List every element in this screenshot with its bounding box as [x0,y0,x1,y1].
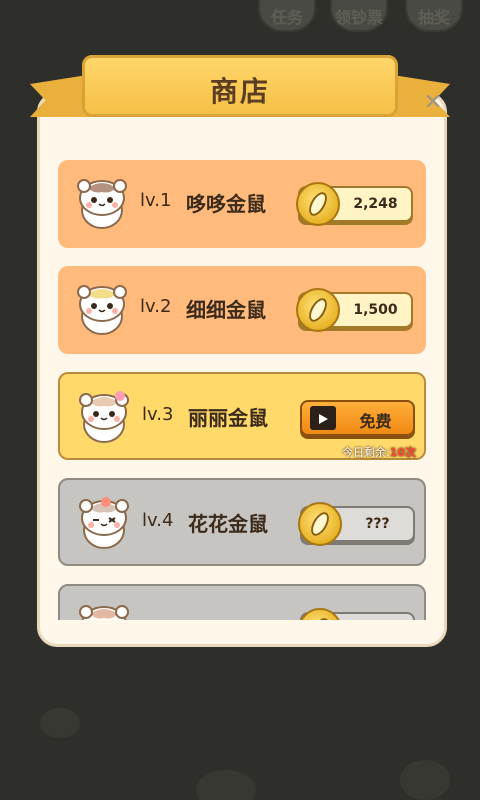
task-button[interactable]: 任务 [258,0,316,32]
free-label: 免费 [359,412,392,431]
collect-money-button[interactable]: 领钞票 [330,0,388,32]
item-name: 丽丽金鼠 [188,406,268,430]
sunflower-seed-coin-icon [296,288,340,332]
remaining-label: 今日剩余: [341,446,390,459]
sunflower-seed-coin-icon [298,608,342,620]
background-decoration [40,708,80,738]
shop-item-lv3: lv.3 丽丽金鼠 免费 今日剩余:10次 [58,372,426,460]
sunflower-seed-coin-icon [298,502,342,546]
price-value: 1,500 [353,302,398,318]
background-decoration [400,760,450,800]
item-name: 哆哆金鼠 [186,192,266,216]
item-name: 细细金鼠 [186,298,266,322]
item-level: lv.3 [142,404,174,425]
lottery-label: 抽奖 [417,8,450,27]
background-decoration [196,770,256,800]
shop-item-lv1: lv.1 哆哆金鼠 2,248 [58,160,426,248]
collect-money-label: 领钞票 [334,8,383,27]
shop-item-lv5 [58,584,426,620]
lottery-button[interactable]: 抽奖 [405,0,463,32]
task-label: 任务 [270,8,303,27]
free-video-button[interactable]: 免费 [300,400,415,436]
video-clapper-icon [310,406,336,430]
locked-price-button[interactable] [298,608,415,620]
remaining-count: 10次 [389,446,416,459]
sunflower-seed-coin-icon [296,182,340,226]
price-value: ??? [365,516,390,532]
item-level: lv.4 [142,510,174,531]
hamster-avatar-icon [77,179,127,229]
hamster-avatar-icon [79,391,129,443]
shop-item-lv2: lv.2 细细金鼠 1,500 [58,266,426,354]
item-level: lv.1 [140,190,172,211]
hamster-avatar-icon [79,497,129,549]
shop-banner: 商店 [30,55,450,127]
hamster-avatar-icon [79,605,129,620]
top-toolbar: 任务 领钞票 抽奖 [0,0,480,40]
locked-price-button[interactable]: ??? [298,502,415,546]
hamster-avatar-icon [77,285,127,335]
remaining-today: 今日剩余:10次 [342,444,416,460]
shop-item-lv4: lv.4 花花金鼠 ??? [58,478,426,566]
price-value: 2,248 [353,196,398,212]
buy-button[interactable]: 1,500 [296,288,413,332]
item-name: 花花金鼠 [188,512,268,536]
item-level: lv.2 [140,296,172,317]
buy-button[interactable]: 2,248 [296,182,413,226]
shop-title: 商店 [209,75,270,108]
banner-plate: 商店 [82,55,398,117]
close-icon[interactable]: ✕ [418,88,448,118]
shop-item-list[interactable]: lv.1 哆哆金鼠 2,248 lv.2 细细金鼠 1,500 lv.3 丽丽金… [58,160,426,620]
